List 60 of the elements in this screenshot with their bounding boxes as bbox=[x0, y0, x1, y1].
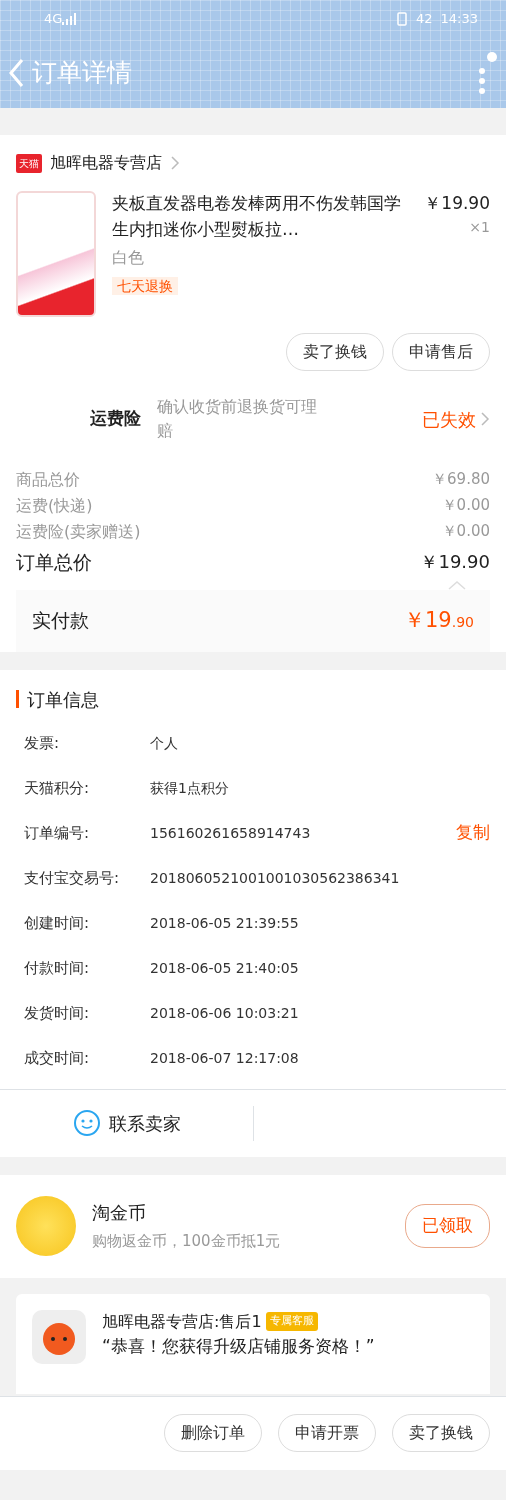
battery-label: 42 bbox=[416, 10, 433, 29]
price-value: ￥69.80 bbox=[432, 469, 490, 490]
payment-amount: ￥19.90 bbox=[404, 606, 474, 634]
info-label: 支付宝交易号: bbox=[24, 867, 121, 889]
info-value: 2018-06-05 21:39:55 bbox=[150, 913, 299, 933]
action-button[interactable]: 申请开票 bbox=[278, 1414, 376, 1452]
info-value: 个人 bbox=[150, 733, 178, 753]
info-label: 天猫积分: bbox=[24, 777, 91, 799]
back-icon[interactable] bbox=[8, 58, 24, 88]
info-label: 创建时间: bbox=[24, 912, 91, 934]
price-label: 订单总价 bbox=[16, 550, 92, 575]
return-tag: 七天退换 bbox=[111, 277, 178, 295]
price-label: 运费险(卖家赠送) bbox=[16, 521, 141, 543]
title-bar bbox=[16, 690, 19, 708]
price-value: ￥0.00 bbox=[441, 495, 490, 516]
info-value: 2018-06-06 10:03:21 bbox=[150, 1003, 299, 1023]
action-button[interactable]: 卖了换钱 bbox=[286, 333, 384, 371]
price-value: ￥0.00 bbox=[441, 521, 490, 542]
contact-seller-button[interactable]: 联系卖家 bbox=[0, 1105, 254, 1141]
info-label: 付款时间: bbox=[24, 957, 91, 979]
info-label: 订单编号: bbox=[24, 822, 91, 844]
status-time: 14:33 bbox=[440, 10, 478, 29]
smiley-icon bbox=[72, 1109, 101, 1137]
insurance-label: 运费险 bbox=[89, 407, 141, 431]
product-title[interactable]: 夹板直发器电卷发棒两用不伤发韩国学生内扣迷你小型熨板拉… bbox=[111, 191, 409, 242]
vibrate-icon bbox=[396, 12, 408, 26]
action-button[interactable]: 卖了换钱 bbox=[392, 1414, 490, 1452]
info-label: 发票: bbox=[24, 732, 61, 754]
caret-up-icon bbox=[448, 579, 466, 590]
action-button[interactable]: 申请售后 bbox=[392, 333, 490, 371]
product-quantity: ×1 bbox=[468, 217, 490, 237]
info-value: 2018060521001001030562386341 bbox=[150, 868, 400, 888]
coin-subtitle: 购物返金币，100金币抵1元 bbox=[92, 1231, 282, 1253]
info-label: 发货时间: bbox=[24, 1002, 91, 1024]
page-title: 订单详情 bbox=[32, 57, 132, 90]
section-title: 订单信息 bbox=[27, 687, 99, 712]
action-button[interactable]: 删除订单 bbox=[164, 1414, 262, 1452]
info-value: 获得1点积分 bbox=[150, 778, 229, 798]
store-badge: 天猫 bbox=[16, 153, 42, 173]
info-value: 2018-06-05 21:40:05 bbox=[150, 958, 299, 978]
info-value: 2018-06-07 12:17:08 bbox=[150, 1048, 299, 1068]
price-label: 商品总价 bbox=[16, 469, 80, 491]
chevron-right-icon bbox=[480, 411, 490, 427]
network-label: 4G bbox=[44, 10, 63, 29]
signal-icon bbox=[62, 13, 79, 25]
insurance-description: 确认收货前退换货可理赔 bbox=[157, 396, 318, 442]
payment-label: 实付款 bbox=[32, 608, 89, 634]
service-tag: 专属客服 bbox=[265, 1312, 318, 1331]
chevron-right-icon[interactable] bbox=[170, 155, 180, 171]
store-name[interactable]: 旭晖电器专营店 bbox=[50, 151, 162, 175]
product-price: ￥19.90 bbox=[424, 192, 490, 215]
price-label: 运费(快递) bbox=[16, 495, 93, 517]
info-value: 156160261658914743 bbox=[150, 823, 311, 843]
coin-title: 淘金币 bbox=[92, 1201, 147, 1226]
product-variant: 白色 bbox=[111, 247, 145, 269]
sender-name: 旭晖电器专营店:售后1 bbox=[102, 1310, 262, 1333]
coin-icon bbox=[16, 1196, 76, 1256]
info-label: 成交时间: bbox=[24, 1047, 91, 1069]
chat-message: “恭喜！您获得升级店铺服务资格！” bbox=[102, 1334, 375, 1358]
price-value: ￥19.90 bbox=[420, 550, 490, 574]
